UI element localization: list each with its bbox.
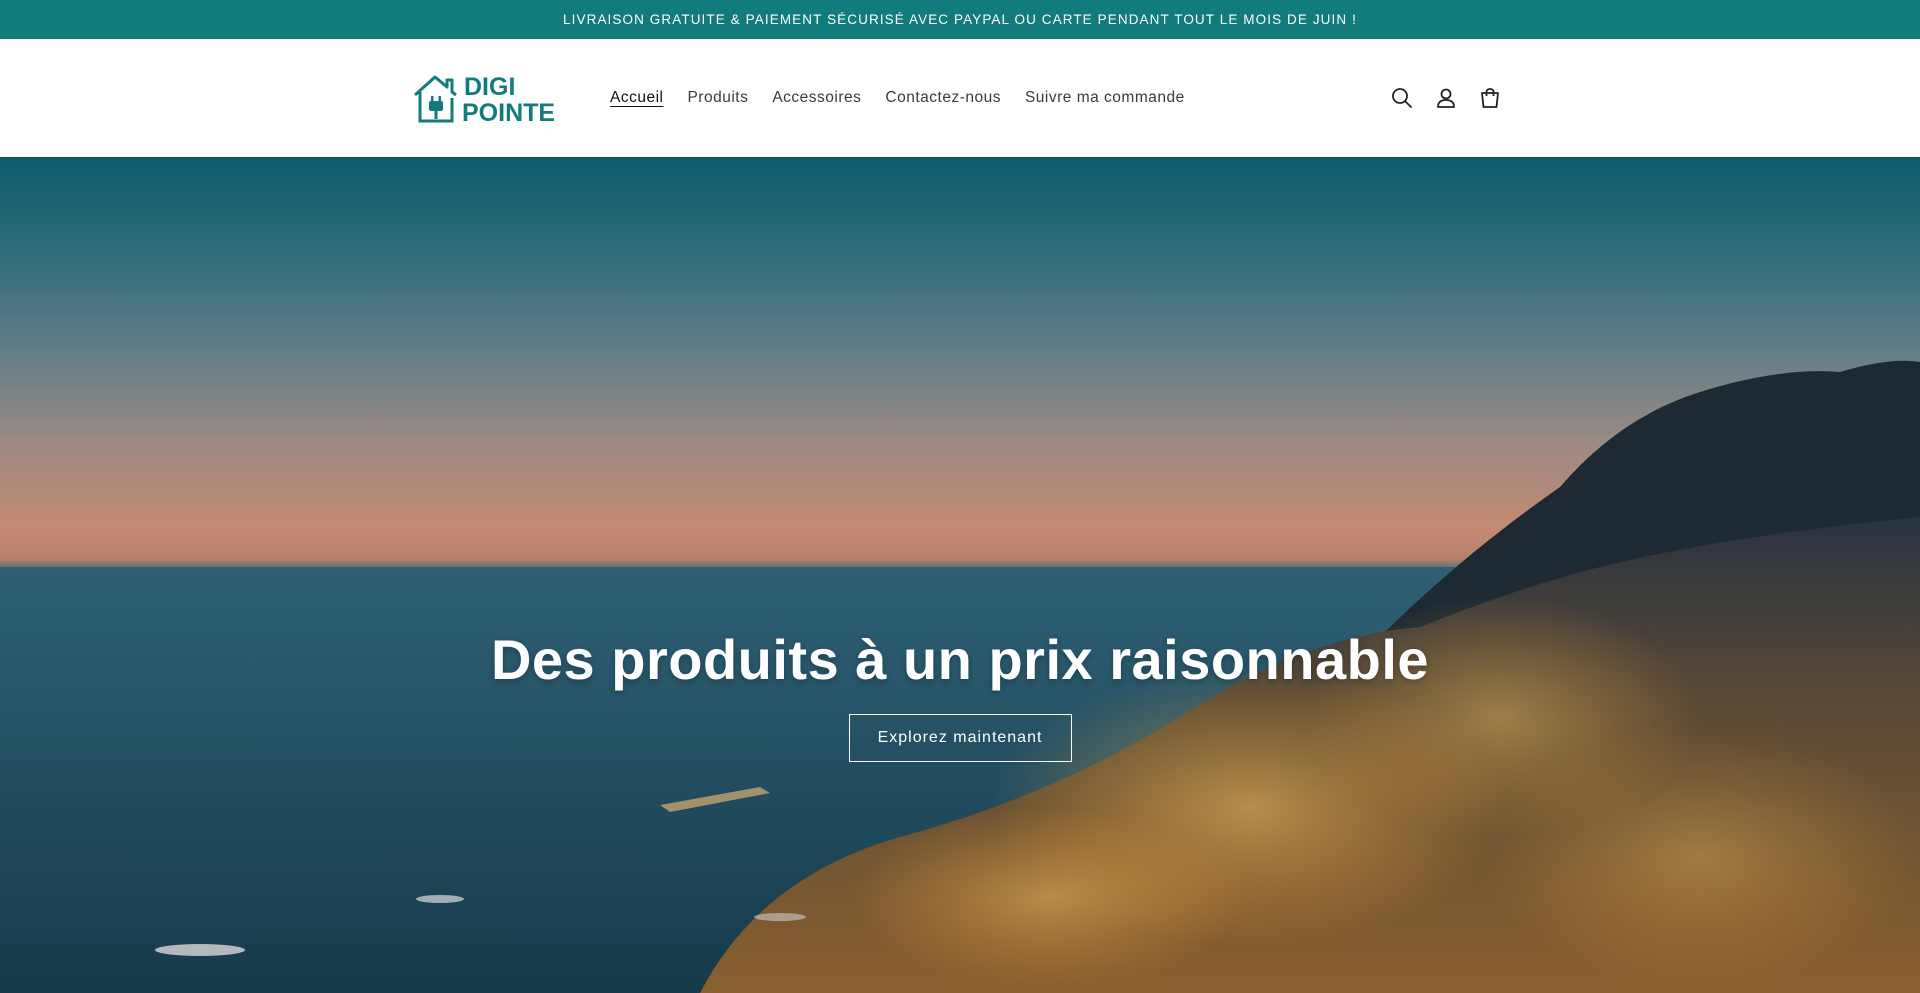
nav-item-accueil[interactable]: Accueil	[598, 89, 675, 107]
main-nav: Accueil Produits Accessoires Contactez-n…	[598, 39, 1197, 157]
announcement-bar: LIVRAISON GRATUITE & PAIEMENT SÉCURISÉ A…	[0, 0, 1920, 39]
account-button[interactable]	[1424, 76, 1468, 120]
nav-item-produits[interactable]: Produits	[675, 89, 760, 107]
nav-item-accessoires[interactable]: Accessoires	[760, 89, 873, 107]
search-button[interactable]	[1380, 76, 1424, 120]
nav-item-contactez-nous[interactable]: Contactez-nous	[873, 89, 1013, 107]
site-header: DIGI POINTE Accueil Produits Accessoires…	[0, 39, 1920, 157]
cart-button[interactable]	[1468, 76, 1512, 120]
hero-title: Des produits à un prix raisonnable	[490, 628, 1430, 691]
header-icons	[1380, 39, 1512, 157]
cart-icon	[1481, 88, 1499, 108]
logo-text-line1: DIGI	[464, 73, 515, 101]
hero-banner: Des produits à un prix raisonnable Explo…	[0, 157, 1920, 993]
announcement-text: LIVRAISON GRATUITE & PAIEMENT SÉCURISÉ A…	[563, 12, 1357, 27]
search-icon	[1392, 88, 1412, 108]
logo-text-line2: POINTE	[462, 99, 555, 125]
account-icon	[1437, 88, 1455, 108]
hero-content: Des produits à un prix raisonnable Explo…	[0, 627, 1920, 762]
nav-item-suivre-ma-commande[interactable]: Suivre ma commande	[1013, 89, 1197, 107]
explore-now-button[interactable]: Explorez maintenant	[848, 714, 1072, 762]
house-plug-icon: DIGI POINTE	[413, 73, 555, 127]
hero-background-image	[0, 360, 1920, 993]
logo[interactable]: DIGI POINTE	[412, 71, 564, 127]
